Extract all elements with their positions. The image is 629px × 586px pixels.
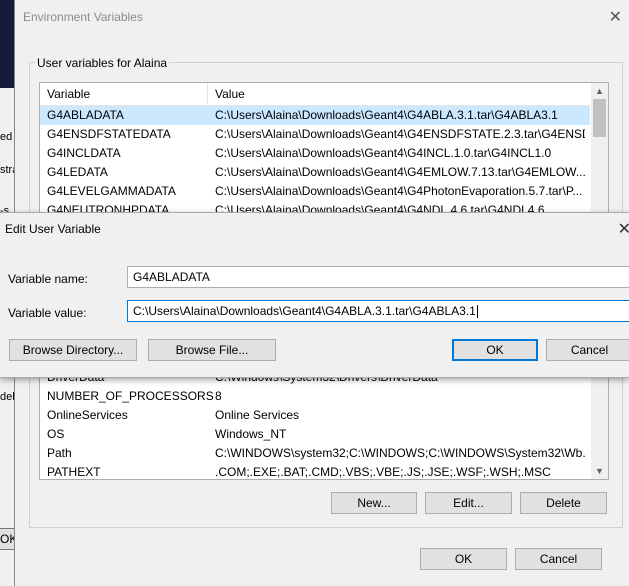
background-text-fragment: deb [0,391,14,403]
row-variable: PATHEXT [47,465,101,479]
list-header: Variable Value [40,83,590,106]
dialog-title: Edit User Variable [5,222,101,236]
row-value: C:\WINDOWS\system32;C:\WINDOWS;C:\WINDOW… [215,446,585,460]
row-variable: NUMBER_OF_PROCESSORS [47,389,214,403]
table-row[interactable]: OS Windows_NT [40,425,590,444]
browse-file-button[interactable]: Browse File... [148,339,276,361]
row-value: .COM;.EXE;.BAT;.CMD;.VBS;.VBE;.JS;.JSE;.… [215,465,551,479]
variable-value-value: C:\Users\Alaina\Downloads\Geant4\G4ABLA.… [133,304,476,318]
cancel-button[interactable]: Cancel [515,548,602,570]
row-value: 8 [215,389,222,403]
row-variable: G4ENSDFSTATEDATA [47,127,171,141]
variable-value-input[interactable]: C:\Users\Alaina\Downloads\Geant4\G4ABLA.… [127,300,629,322]
table-row[interactable]: NUMBER_OF_PROCESSORS 8 [40,387,590,406]
new-button[interactable]: New... [331,492,417,514]
table-row[interactable]: G4INCLDATA C:\Users\Alaina\Downloads\Gea… [40,144,590,163]
row-value: Windows_NT [215,427,287,441]
table-row[interactable]: Path C:\WINDOWS\system32;C:\WINDOWS;C:\W… [40,444,590,463]
variable-value-label: Variable value: [8,306,87,320]
row-variable: OS [47,427,65,441]
desktop-background [0,0,14,88]
row-variable: G4INCLDATA [47,146,121,160]
window-title: Environment Variables [23,10,143,24]
variable-name-input[interactable]: G4ABLADATA [127,266,629,288]
row-variable: G4ABLADATA [47,108,124,122]
background-text-fragment: ed [0,131,13,143]
row-variable: G4LEDATA [47,165,108,179]
table-row[interactable]: G4LEDATA C:\Users\Alaina\Downloads\Geant… [40,163,590,182]
background-ok-button[interactable]: OK [0,528,15,550]
row-value: C:\Users\Alaina\Downloads\Geant4\G4EMLOW… [215,165,585,179]
table-row[interactable]: G4ENSDFSTATEDATA C:\Users\Alaina\Downloa… [40,125,590,144]
scroll-down-icon[interactable]: ▼ [595,466,604,476]
table-row[interactable]: OnlineServices Online Services [40,406,590,425]
column-header-variable[interactable]: Variable [47,87,90,101]
text-caret [476,305,478,319]
user-variables-label: User variables for Alaina [35,56,170,70]
column-header-value[interactable]: Value [215,87,585,101]
row-value: Online Services [215,408,300,422]
cancel-button[interactable]: Cancel [546,339,629,361]
table-row[interactable]: G4ABLADATA C:\Users\Alaina\Downloads\Gea… [40,106,590,125]
row-value: C:\Users\Alaina\Downloads\Geant4\G4ENSDF… [215,127,585,141]
row-variable: G4LEVELGAMMADATA [47,184,176,198]
row-value: C:\Users\Alaina\Downloads\Geant4\G4Photo… [215,184,583,198]
edit-user-variable-dialog: Edit User Variable ✕ Variable name: G4AB… [0,212,629,378]
table-row[interactable]: G4LEVELGAMMADATA C:\Users\Alaina\Downloa… [40,182,590,201]
scroll-up-icon[interactable]: ▲ [595,86,604,96]
close-icon[interactable]: ✕ [618,219,629,239]
close-icon[interactable]: ✕ [609,7,622,27]
variable-name-value: G4ABLADATA [133,270,210,284]
table-row[interactable]: PATHEXT .COM;.EXE;.BAT;.CMD;.VBS;.VBE;.J… [40,463,590,479]
ok-button[interactable]: OK [420,548,507,570]
row-variable: Path [47,446,72,460]
edit-button[interactable]: Edit... [425,492,512,514]
delete-button[interactable]: Delete [520,492,607,514]
row-variable: OnlineServices [47,408,128,422]
ok-button[interactable]: OK [452,339,538,361]
row-value: C:\Users\Alaina\Downloads\Geant4\G4ABLA.… [215,108,558,122]
variable-name-label: Variable name: [8,272,88,286]
browse-directory-button[interactable]: Browse Directory... [9,339,137,361]
background-text-fragment: stra [0,164,14,176]
scrollbar-thumb[interactable] [593,99,606,137]
row-value: C:\Users\Alaina\Downloads\Geant4\G4INCL.… [215,146,552,160]
